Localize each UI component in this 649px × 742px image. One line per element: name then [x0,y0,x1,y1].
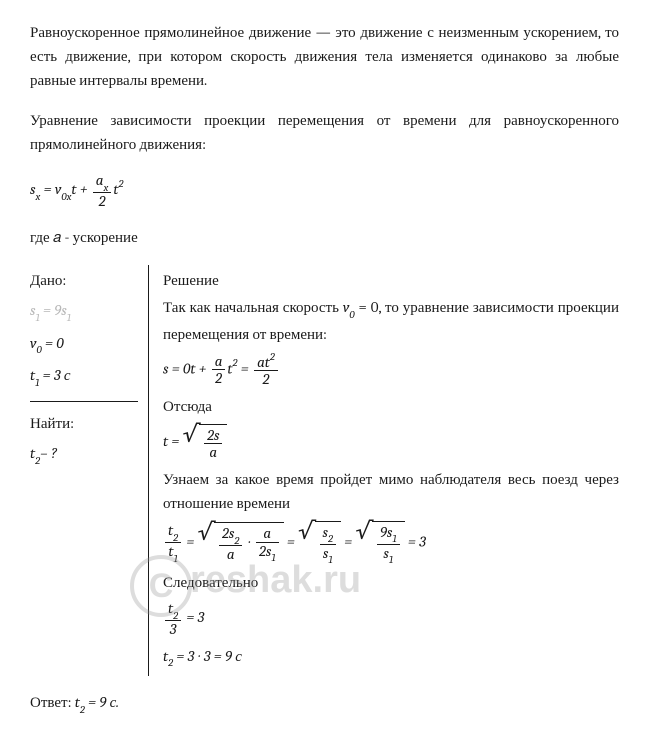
given-line-2: v0 = 0 [30,331,138,357]
solution-table: Дано: s1 = 9s1 v0 = 0 t1 = 3 с Найти: t2… [30,265,619,676]
solution-eq1: s = 0t + a2t2 = at22 [163,352,619,388]
solution-eq4: t23 = 3 [163,600,619,637]
solution-p3: Узнаем за какое время пройдет мимо наблю… [163,467,619,515]
main-formula: sx = v0xt + ax2t2 [30,172,619,209]
given-block: Дано: s1 = 9s1 v0 = 0 t1 = 3 с [30,268,138,402]
where-text: где 𝑎 - ускорение [30,225,619,249]
given-line-1: s1 = 9s1 [30,298,138,324]
solution-p2: Отсюда [163,394,619,418]
intro-paragraph-1: Равноускоренное прямолинейное движение —… [30,20,619,92]
solution-p1: Так как начальная скорость v0 = 0, то ур… [163,295,619,345]
solution-p4: Следовательно [163,570,619,594]
find-block: Найти: t2– ? [30,402,138,467]
intro-paragraph-2: Уравнение зависимости проекции перемещен… [30,108,619,156]
left-column: Дано: s1 = 9s1 v0 = 0 t1 = 3 с Найти: t2… [30,265,149,676]
find-title: Найти: [30,411,138,435]
answer-line: Ответ: t2 = 9 с. [30,690,619,716]
given-title: Дано: [30,268,138,292]
solution-title: Решение [163,268,619,292]
find-line-1: t2– ? [30,441,138,467]
solution-eq3: t2t1 = √2s2a ∙ a2s1 = √s2s1 = √9s1s1 = 3 [163,521,619,565]
right-column: Решение Так как начальная скорость v0 = … [149,265,619,676]
given-line-3: t1 = 3 с [30,363,138,389]
solution-eq5: t2 = 3 ∙ 3 = 9 с [163,644,619,670]
solution-eq2: t = √2sa [163,424,619,461]
